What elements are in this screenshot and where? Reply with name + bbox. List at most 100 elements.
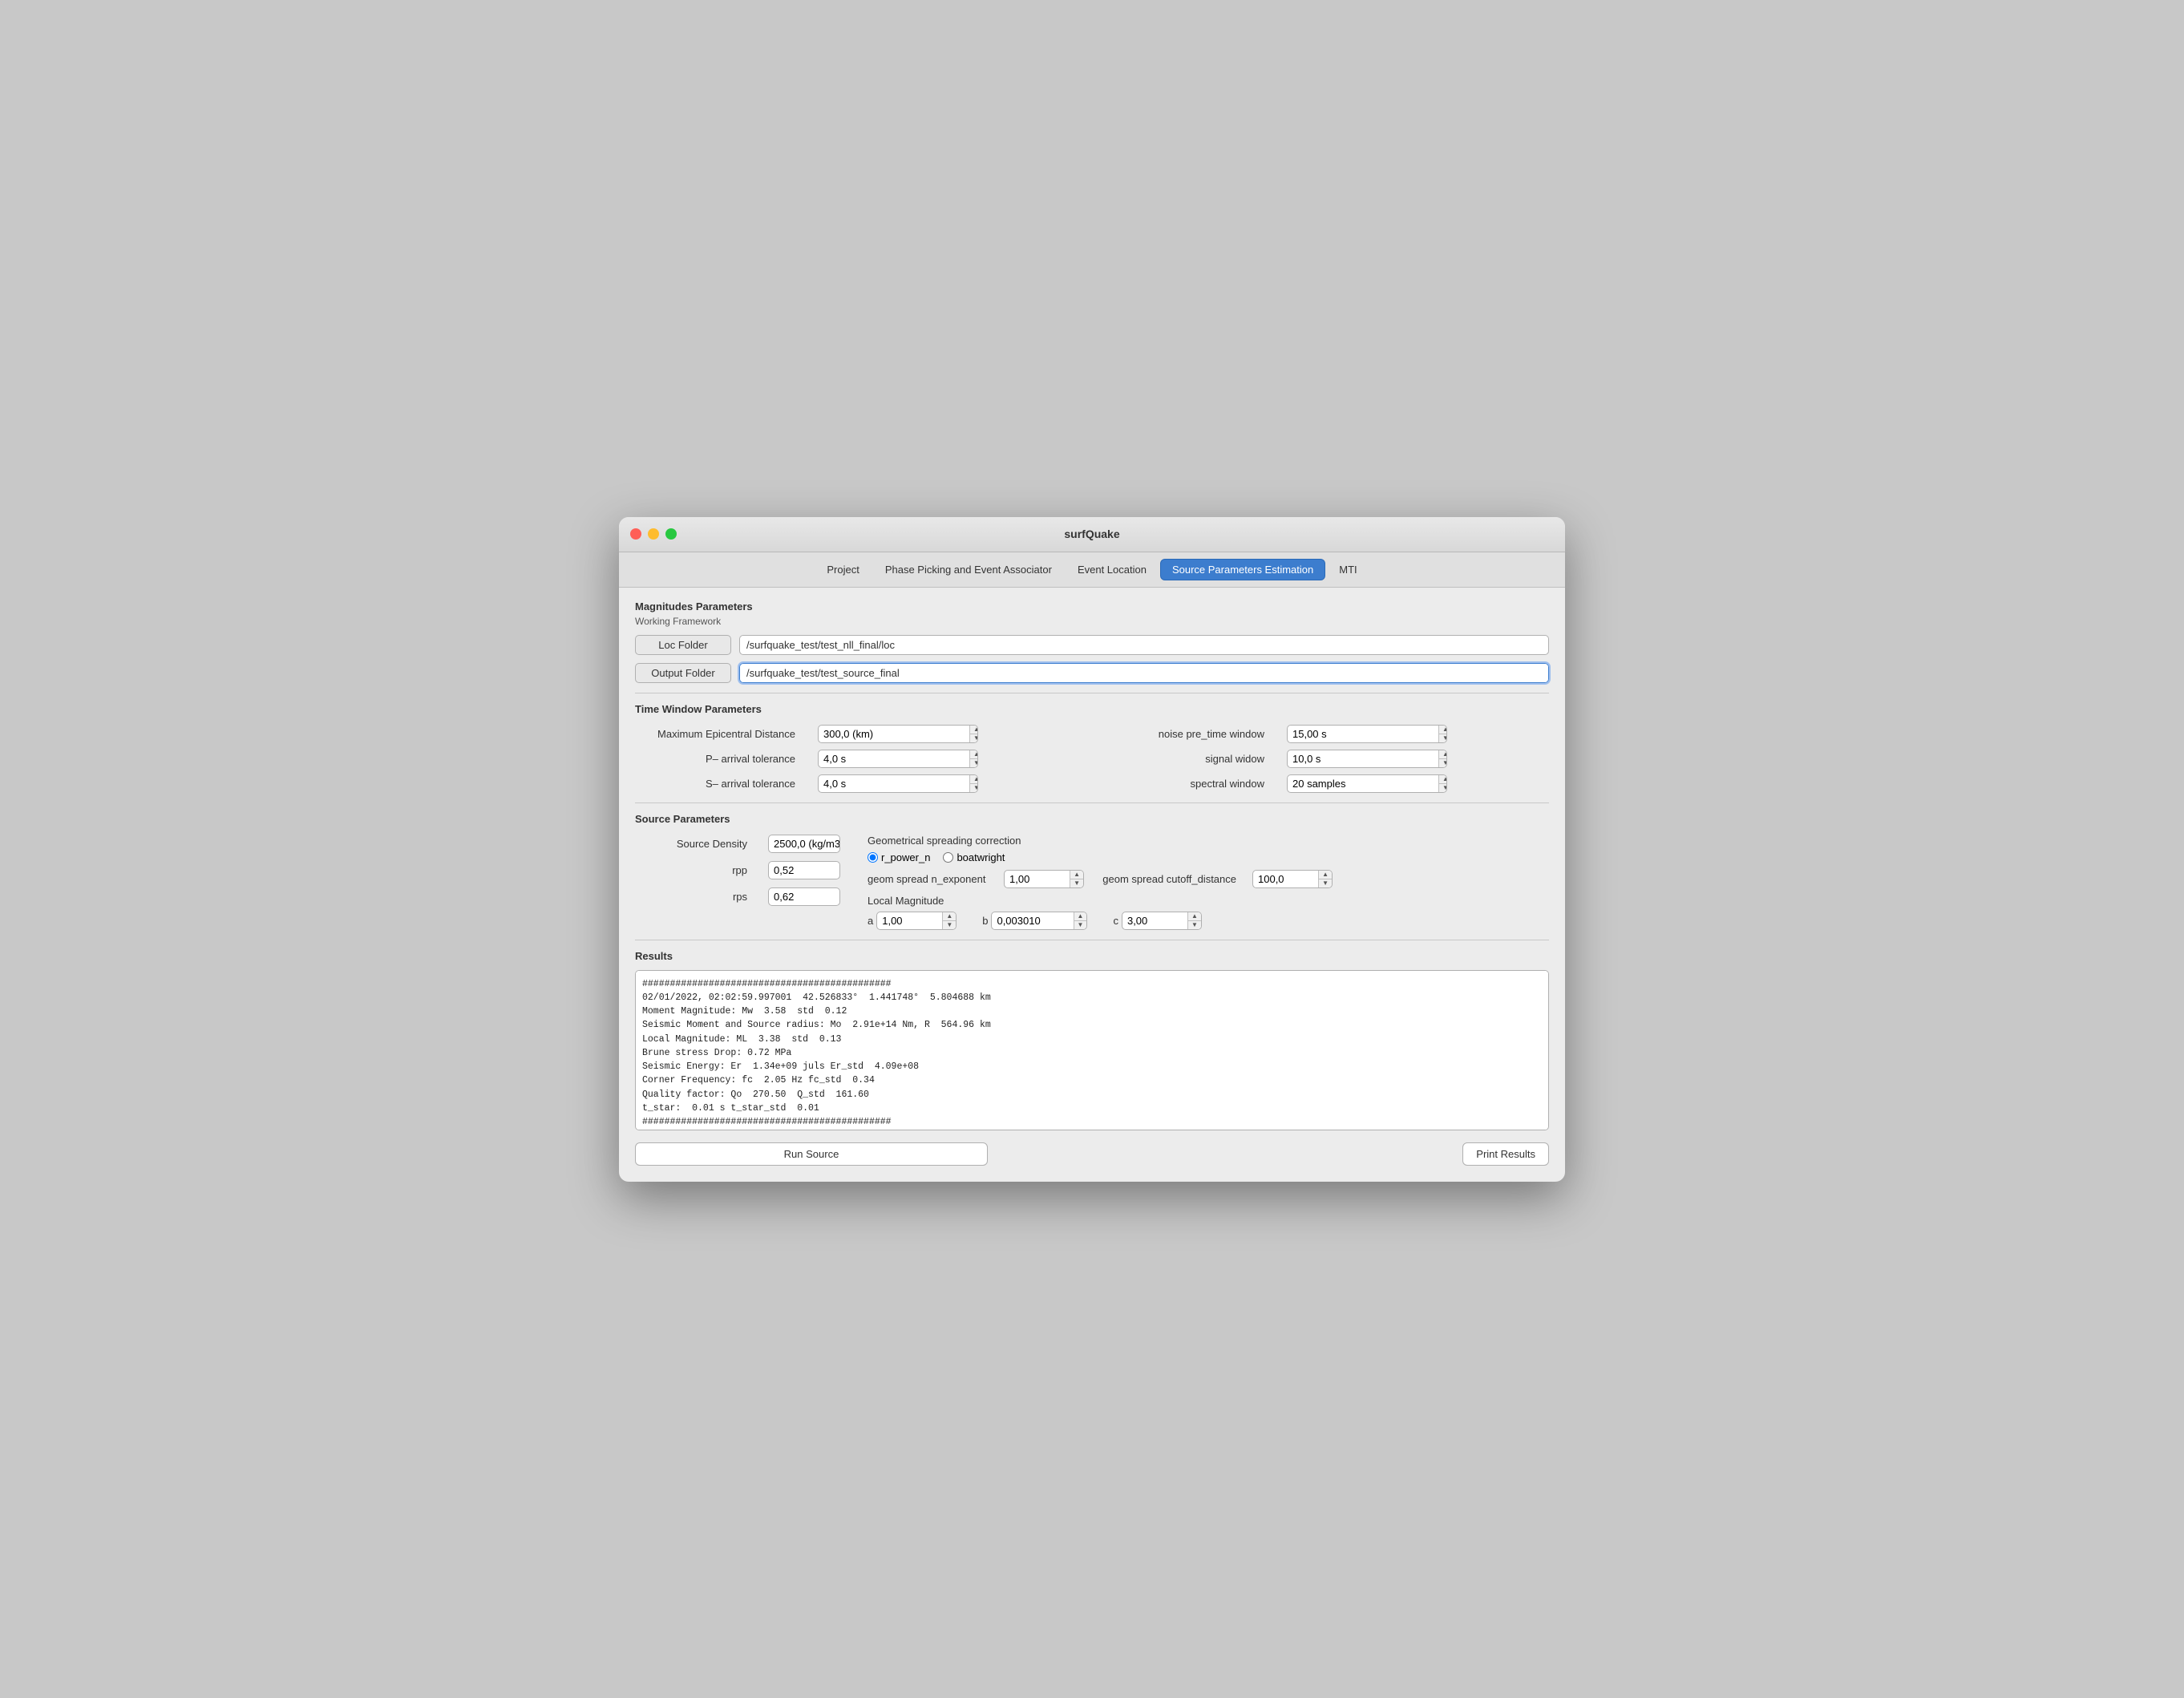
spectral-window-spinner[interactable]: ▲ ▼ (1287, 774, 1447, 793)
lm-c-spinner[interactable]: ▲ ▼ (1122, 912, 1202, 930)
lm-a-spinner[interactable]: ▲ ▼ (876, 912, 957, 930)
tab-event-location[interactable]: Event Location (1066, 559, 1159, 580)
lm-c-down[interactable]: ▼ (1188, 921, 1201, 929)
signal-window-input[interactable] (1288, 750, 1438, 767)
max-epicentral-input[interactable] (819, 726, 969, 742)
geom-spread-n-input[interactable] (1005, 871, 1070, 887)
signal-window-spinner-btns: ▲ ▼ (1438, 750, 1447, 767)
spectral-window-up[interactable]: ▲ (1439, 775, 1447, 784)
geom-spread-n-up[interactable]: ▲ (1070, 871, 1083, 879)
geom-spread-cutoff-spinner[interactable]: ▲ ▼ (1252, 870, 1333, 888)
time-window-left: Maximum Epicentral Distance ▲ ▼ P– arriv… (635, 725, 1080, 793)
geom-spread-cutoff-input[interactable] (1253, 871, 1318, 887)
lm-b-down[interactable]: ▼ (1074, 921, 1087, 929)
radio-boatwright-item[interactable]: boatwright (943, 851, 1005, 863)
radio-boatwright[interactable] (943, 852, 953, 863)
output-folder-input[interactable] (739, 663, 1549, 683)
max-epicentral-down[interactable]: ▼ (970, 734, 978, 742)
p-arrival-down[interactable]: ▼ (970, 759, 978, 767)
lm-a-input[interactable] (877, 912, 942, 929)
s-arrival-up[interactable]: ▲ (970, 775, 978, 784)
lm-b-spinner[interactable]: ▲ ▼ (991, 912, 1087, 930)
lm-a-up[interactable]: ▲ (943, 912, 956, 921)
radio-boatwright-label: boatwright (957, 851, 1005, 863)
loc-folder-input[interactable] (739, 635, 1549, 655)
noise-pre-input[interactable] (1288, 726, 1438, 742)
rpp-spinner[interactable]: ▲ ▼ (768, 861, 840, 879)
spectral-window-label: spectral window (1104, 778, 1264, 790)
rps-row: rps ▲ ▼ (635, 887, 859, 906)
lm-a-down[interactable]: ▼ (943, 921, 956, 929)
magnitudes-params-title: Magnitudes Parameters (635, 600, 1549, 612)
noise-pre-down[interactable]: ▼ (1439, 734, 1447, 742)
titlebar: surfQuake (619, 517, 1565, 552)
lm-c-input[interactable] (1122, 912, 1187, 929)
p-arrival-spinner[interactable]: ▲ ▼ (818, 750, 978, 768)
lm-b-field: b ▲ ▼ (982, 912, 1087, 930)
spectral-window-spinner-btns: ▲ ▼ (1438, 775, 1447, 792)
p-arrival-row: P– arrival tolerance ▲ ▼ (635, 750, 1080, 768)
s-arrival-down[interactable]: ▼ (970, 784, 978, 792)
noise-pre-up[interactable]: ▲ (1439, 726, 1447, 734)
lm-b-up[interactable]: ▲ (1074, 912, 1087, 921)
rps-input[interactable] (769, 888, 840, 905)
rpp-input[interactable] (769, 862, 840, 879)
rpp-row: rpp ▲ ▼ (635, 861, 859, 879)
p-arrival-up[interactable]: ▲ (970, 750, 978, 759)
p-arrival-input[interactable] (819, 750, 969, 767)
noise-pre-spinner[interactable]: ▲ ▼ (1287, 725, 1447, 743)
time-window-title: Time Window Parameters (635, 703, 1549, 715)
noise-pre-label: noise pre_time window (1104, 728, 1264, 740)
lm-c-label: c (1113, 915, 1118, 927)
geom-spread-cutoff-label: geom spread cutoff_distance (1092, 873, 1236, 885)
loc-folder-row: Loc Folder (635, 635, 1549, 655)
rps-spinner[interactable]: ▲ ▼ (768, 887, 840, 906)
lm-c-up[interactable]: ▲ (1188, 912, 1201, 921)
spectral-window-row: spectral window ▲ ▼ (1104, 774, 1549, 793)
s-arrival-spinner-btns: ▲ ▼ (969, 775, 978, 792)
geom-spread-n-spinner[interactable]: ▲ ▼ (1004, 870, 1084, 888)
geom-spread-cutoff-down[interactable]: ▼ (1319, 879, 1332, 887)
source-params-title: Source Parameters (635, 813, 1549, 825)
source-density-spinner[interactable]: ▲ ▼ (768, 835, 840, 853)
signal-window-label: signal widow (1104, 753, 1264, 765)
noise-pre-spinner-btns: ▲ ▼ (1438, 726, 1447, 742)
radio-r-power-item[interactable]: r_power_n (868, 851, 930, 863)
spectral-window-input[interactable] (1288, 775, 1438, 792)
max-epicentral-up[interactable]: ▲ (970, 726, 978, 734)
max-epicentral-spinner[interactable]: ▲ ▼ (818, 725, 978, 743)
lm-a-spinner-btns: ▲ ▼ (942, 912, 956, 929)
signal-window-spinner[interactable]: ▲ ▼ (1287, 750, 1447, 768)
lm-b-input[interactable] (992, 912, 1073, 929)
signal-window-up[interactable]: ▲ (1439, 750, 1447, 759)
tab-mti[interactable]: MTI (1327, 559, 1369, 580)
loc-folder-button[interactable]: Loc Folder (635, 635, 731, 655)
s-arrival-input[interactable] (819, 775, 969, 792)
tab-phase-picking[interactable]: Phase Picking and Event Associator (873, 559, 1064, 580)
s-arrival-row: S– arrival tolerance ▲ ▼ (635, 774, 1080, 793)
tab-project[interactable]: Project (815, 559, 871, 580)
maximize-button[interactable] (665, 528, 677, 540)
radio-r-power[interactable] (868, 852, 878, 863)
geom-spread-cutoff-up[interactable]: ▲ (1319, 871, 1332, 879)
source-params-left: Source Density ▲ ▼ rpp (635, 835, 859, 930)
close-button[interactable] (630, 528, 641, 540)
print-results-button[interactable]: Print Results (1462, 1142, 1549, 1166)
signal-window-down[interactable]: ▼ (1439, 759, 1447, 767)
geom-spread-n-down[interactable]: ▼ (1070, 879, 1083, 887)
max-epicentral-spinner-btns: ▲ ▼ (969, 726, 978, 742)
source-density-input[interactable] (769, 835, 840, 852)
lm-b-spinner-btns: ▲ ▼ (1074, 912, 1087, 929)
tab-source-params[interactable]: Source Parameters Estimation (1160, 559, 1325, 580)
time-window-grid: Maximum Epicentral Distance ▲ ▼ P– arriv… (635, 725, 1549, 793)
p-arrival-spinner-btns: ▲ ▼ (969, 750, 978, 767)
output-folder-button[interactable]: Output Folder (635, 663, 731, 683)
max-epicentral-row: Maximum Epicentral Distance ▲ ▼ (635, 725, 1080, 743)
run-source-button[interactable]: Run Source (635, 1142, 988, 1166)
results-textarea[interactable] (635, 970, 1549, 1130)
lm-b-label: b (982, 915, 988, 927)
s-arrival-spinner[interactable]: ▲ ▼ (818, 774, 978, 793)
noise-pre-row: noise pre_time window ▲ ▼ (1104, 725, 1549, 743)
minimize-button[interactable] (648, 528, 659, 540)
spectral-window-down[interactable]: ▼ (1439, 784, 1447, 792)
